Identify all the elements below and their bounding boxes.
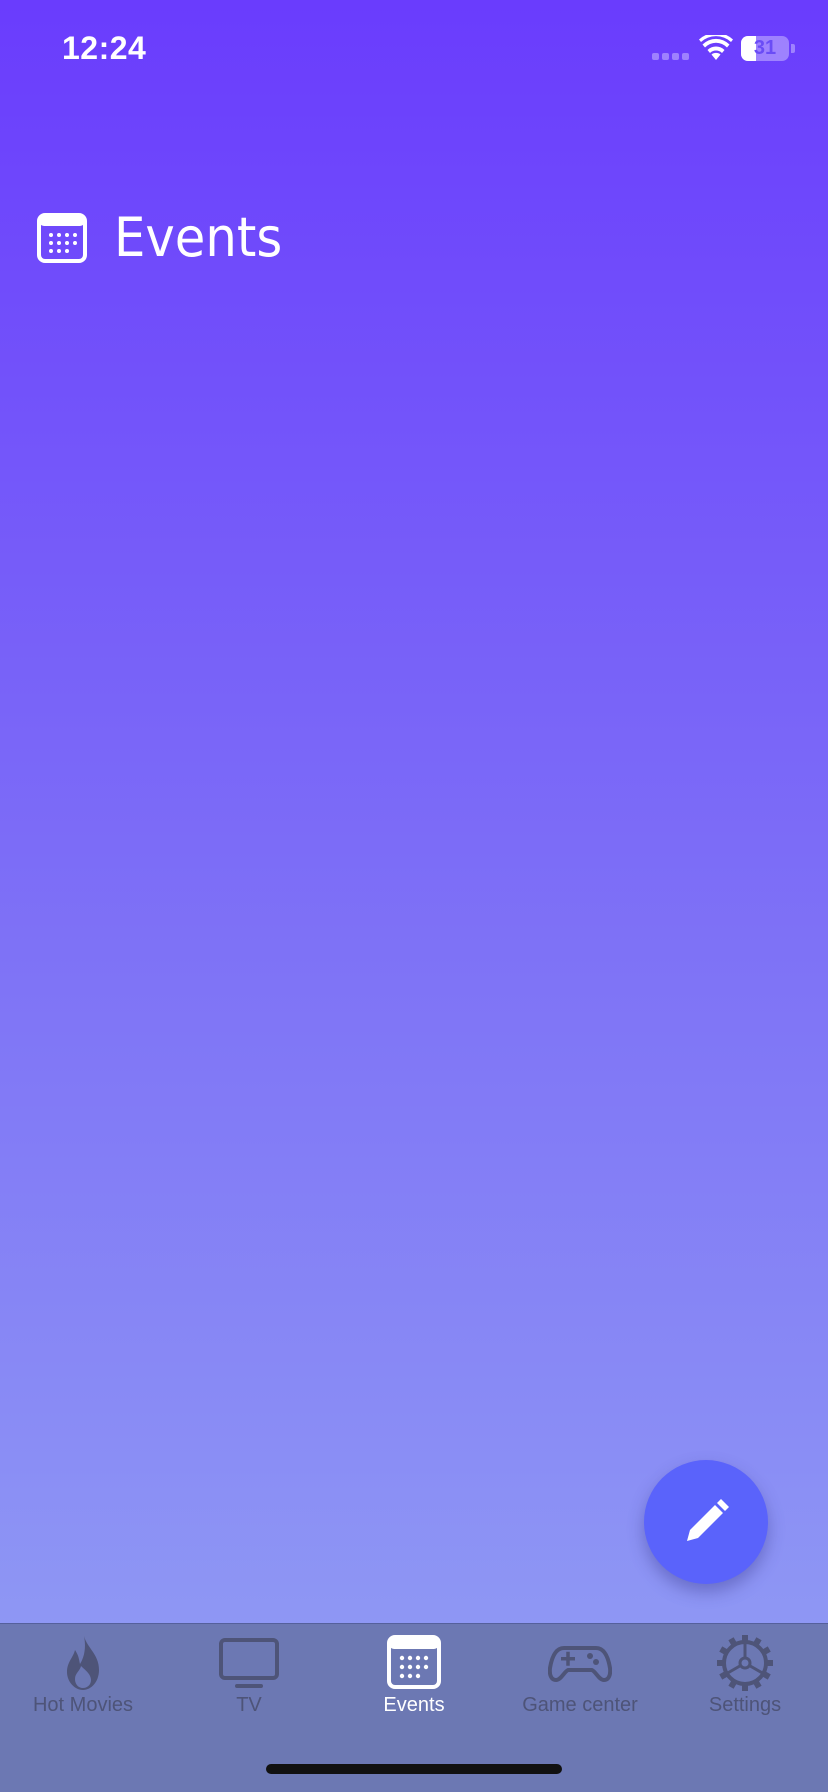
tab-events[interactable]: Events bbox=[331, 1624, 497, 1734]
tv-icon bbox=[219, 1638, 279, 1688]
tab-label: Hot Movies bbox=[32, 1694, 134, 1716]
tab-tv[interactable]: TV bbox=[166, 1624, 332, 1734]
cellular-signal-icon bbox=[652, 53, 690, 61]
battery-cap bbox=[791, 44, 795, 53]
gamepad-icon bbox=[548, 1646, 612, 1682]
battery-level: 31 bbox=[753, 37, 777, 59]
calendar-icon bbox=[387, 1635, 441, 1689]
tab-label: Game center bbox=[522, 1694, 638, 1716]
home-indicator bbox=[266, 1764, 562, 1774]
tab-label: TV bbox=[236, 1694, 262, 1716]
tab-label: Events bbox=[383, 1694, 445, 1716]
events-screen: 12:24 31 Events Hot Movies TV Events Gam… bbox=[0, 0, 828, 1792]
status-time: 12:24 bbox=[62, 30, 147, 66]
wifi-icon bbox=[699, 35, 733, 60]
tab-game-center[interactable]: Game center bbox=[497, 1624, 663, 1734]
tab-label: Settings bbox=[708, 1694, 782, 1716]
edit-fab-button[interactable] bbox=[644, 1460, 768, 1584]
tab-hot-movies[interactable]: Hot Movies bbox=[0, 1624, 166, 1734]
status-bar: 12:24 31 bbox=[0, 0, 828, 100]
page-header: Events bbox=[36, 200, 297, 275]
calendar-icon bbox=[37, 212, 87, 263]
page-title: Events bbox=[114, 206, 283, 269]
battery-indicator: 31 bbox=[741, 36, 789, 61]
gear-icon bbox=[717, 1635, 773, 1691]
tab-settings[interactable]: Settings bbox=[662, 1624, 828, 1734]
pencil-icon bbox=[687, 1499, 729, 1541]
flame-icon bbox=[67, 1636, 99, 1690]
